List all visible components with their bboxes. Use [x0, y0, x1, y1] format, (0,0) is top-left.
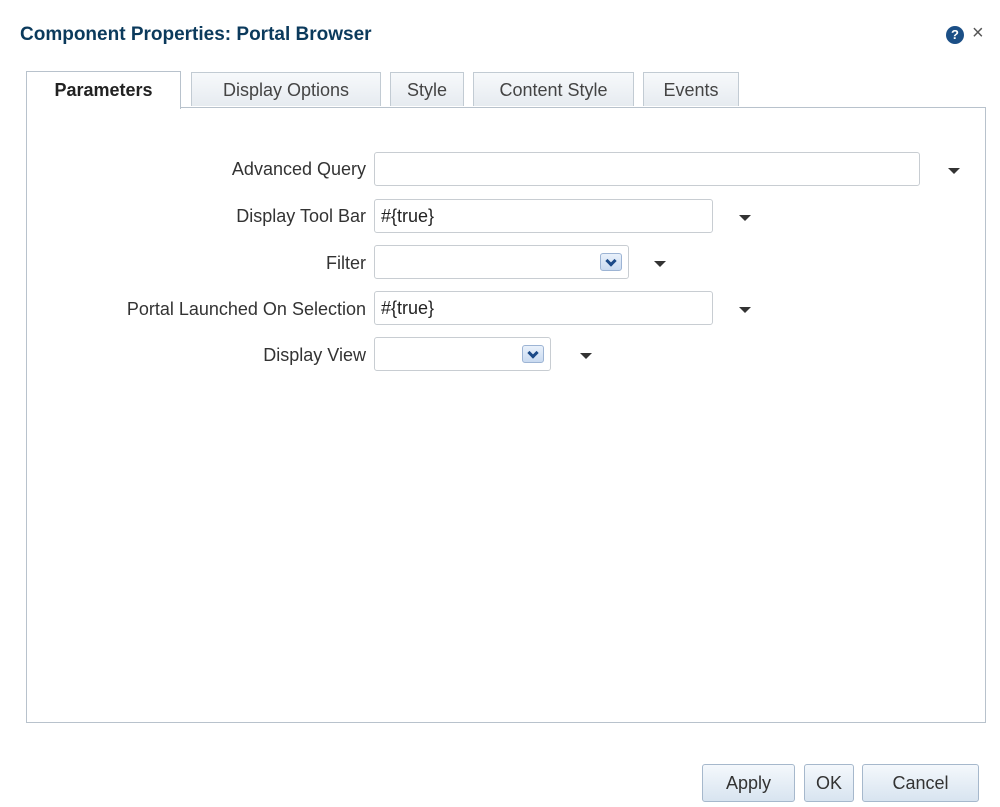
- dialog-title: Component Properties: Portal Browser: [20, 24, 372, 45]
- filter-options-icon[interactable]: [654, 261, 666, 267]
- help-icon[interactable]: ?: [946, 26, 964, 44]
- portal-launched-on-selection-options-icon[interactable]: [739, 307, 751, 313]
- portal-launched-on-selection-label: Portal Launched On Selection: [126, 299, 366, 319]
- apply-button[interactable]: Apply: [702, 764, 795, 802]
- filter-select[interactable]: [374, 245, 629, 279]
- tab-content-style[interactable]: Content Style: [473, 72, 634, 106]
- display-view-options-icon[interactable]: [580, 353, 592, 359]
- tab-parameters[interactable]: Parameters: [26, 71, 181, 109]
- display-view-select[interactable]: [374, 337, 551, 371]
- portal-launched-on-selection-input[interactable]: #{true}: [374, 291, 713, 325]
- tab-events[interactable]: Events: [643, 72, 739, 106]
- advanced-query-input[interactable]: [374, 152, 920, 186]
- display-view-label: Display View: [263, 345, 366, 365]
- cancel-button[interactable]: Cancel: [862, 764, 979, 802]
- ok-button[interactable]: OK: [804, 764, 854, 802]
- advanced-query-label: Advanced Query: [231, 159, 366, 179]
- display-tool-bar-input[interactable]: #{true}: [374, 199, 713, 233]
- display-tool-bar-options-icon[interactable]: [739, 215, 751, 221]
- tab-style[interactable]: Style: [390, 72, 464, 106]
- advanced-query-options-icon[interactable]: [948, 168, 960, 174]
- display-tool-bar-label: Display Tool Bar: [236, 206, 366, 226]
- tab-display-options[interactable]: Display Options: [191, 72, 381, 106]
- close-icon[interactable]: ×: [972, 22, 984, 44]
- chevron-down-icon[interactable]: [600, 253, 622, 271]
- filter-label: Filter: [326, 253, 366, 273]
- chevron-down-icon[interactable]: [522, 345, 544, 363]
